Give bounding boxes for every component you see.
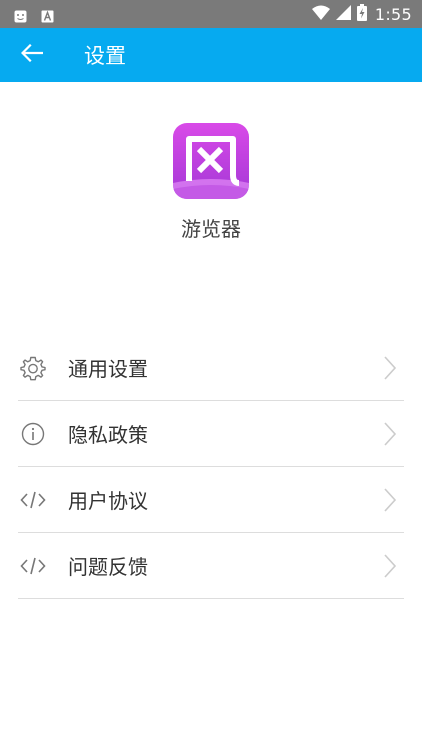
app-name: 游览器 [181,217,241,241]
menu-item-general-settings[interactable]: 通用设置 [18,335,404,401]
menu-item-label: 通用设置 [68,357,148,381]
status-right: 1:55 [306,3,412,25]
menu-item-privacy-policy[interactable]: 隐私政策 [18,401,404,467]
status-time: 1:55 [374,4,412,24]
app-bar: 设置 [0,28,422,82]
menu-item-label: 问题反馈 [68,555,148,579]
signal-icon [335,4,351,24]
app-info: 游览器 [0,123,422,247]
arrow-left-icon [20,43,44,66]
chevron-right-icon [380,353,400,383]
code-icon [18,551,48,581]
wifi-icon [311,5,330,24]
gear-icon [18,353,48,383]
chevron-right-icon [380,419,400,449]
text-a-icon [41,8,54,22]
settings-menu: 通用设置 隐私政策 用户协议 问题反馈 [18,335,404,599]
menu-item-user-agreement[interactable]: 用户协议 [18,467,404,533]
app-logo [173,123,249,199]
chevron-right-icon [380,485,400,515]
app-logo-art [173,136,249,199]
battery-charging-icon [356,3,367,25]
menu-item-feedback[interactable]: 问题反馈 [18,533,404,599]
status-bar: 1:55 [0,0,422,28]
notification-icon [14,8,27,22]
page-title: 设置 [84,44,126,68]
code-icon [18,485,48,515]
info-icon [18,419,48,449]
back-button[interactable] [0,28,64,82]
status-left [14,8,68,22]
menu-item-label: 用户协议 [68,489,148,513]
menu-item-label: 隐私政策 [68,423,148,447]
chevron-right-icon [380,551,400,581]
